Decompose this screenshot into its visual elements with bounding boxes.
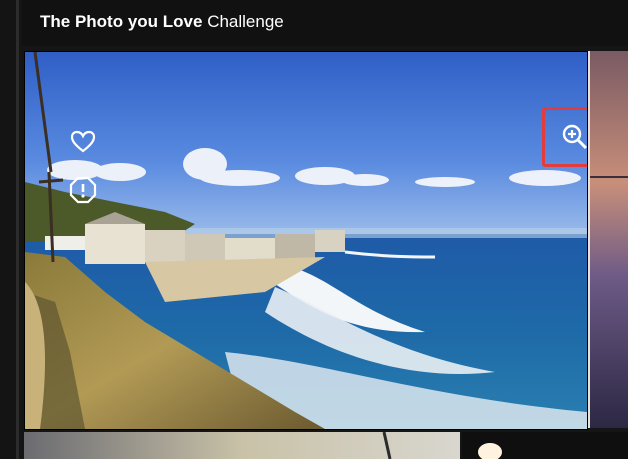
zoom-in-icon <box>562 124 587 150</box>
gallery-thumbnail[interactable] <box>462 432 628 459</box>
main-photo[interactable] <box>24 51 588 430</box>
heart-outline-icon <box>70 130 96 153</box>
gallery-thumbnail[interactable] <box>24 432 460 459</box>
left-gallery-strip <box>0 0 20 459</box>
title-rest: Challenge <box>207 12 284 31</box>
report-button[interactable] <box>63 170 103 210</box>
zoom-button[interactable] <box>542 107 587 167</box>
page-title: The Photo you Love Challenge <box>40 0 284 44</box>
report-octagon-icon <box>69 176 97 204</box>
title-bold: The Photo you Love <box>40 12 203 31</box>
next-photo-thumbnail[interactable] <box>588 51 628 428</box>
like-button[interactable] <box>63 122 103 162</box>
challenge-header: The Photo you Love Challenge <box>22 0 628 46</box>
